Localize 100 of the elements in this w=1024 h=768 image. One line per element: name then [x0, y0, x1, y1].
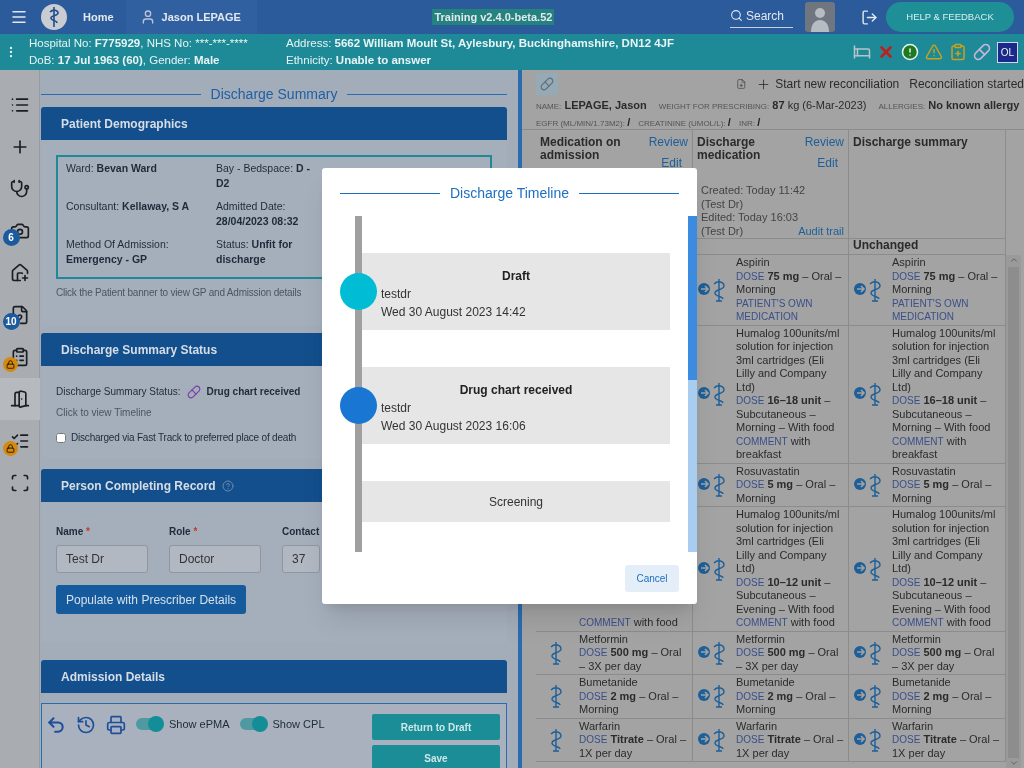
section-header: Patient Demographics [41, 107, 507, 140]
hint-text: Click the Patient banner to view GP and Admission details [56, 286, 302, 300]
status-value: Drug chart received [206, 385, 301, 399]
review-link[interactable]: Review [648, 136, 688, 149]
demographic-field: Admitted Date: 28/04/2023 08:32 [216, 199, 326, 229]
group-header: Unchanged [849, 237, 1006, 255]
plus-icon [756, 76, 772, 92]
scrollbar[interactable] [688, 216, 697, 552]
cancel-button[interactable]: Cancel [625, 565, 679, 592]
start-reconciliation-link[interactable]: Start new reconciliation [756, 75, 900, 93]
medication-tab[interactable] [536, 73, 558, 95]
column-title: Discharge summary [853, 136, 968, 149]
edit-link[interactable]: Edit [661, 157, 682, 170]
status-label: Discharge Summary Status: [56, 385, 181, 399]
reconciliation-status: Reconciliation started [909, 76, 1024, 93]
field-label: Role * [169, 525, 199, 539]
dialog-title: Discharge Timeline [449, 183, 570, 203]
action-button[interactable]: Return to Draft [372, 714, 500, 740]
field-label: Contact [282, 525, 320, 539]
text-field[interactable]: Test Dr [56, 545, 148, 573]
alert-icon [900, 43, 919, 61]
banner-text: DoB: 17 Jul 1963 (60), Gender: Male [29, 53, 221, 68]
nav-item[interactable]: 10 [0, 294, 40, 336]
pill-icon [186, 384, 201, 399]
patient-info: ALLERGIES: No known allergy [878, 98, 1020, 113]
version-label: Training v2.4.0-beta.52 [432, 8, 555, 26]
audit-info: Created: Today 11:42 [701, 184, 806, 198]
list-icon [9, 95, 30, 115]
count-badge: 6 [2, 229, 20, 246]
print-icon[interactable] [106, 715, 126, 735]
logout-icon[interactable] [861, 8, 878, 26]
medication-name: Aspirin [736, 256, 771, 270]
page-title: Discharge Summary [210, 85, 338, 104]
dose-text: DOSE 2 mg – Oral – Morning [736, 689, 837, 717]
demographic-field: Consultant: Kellaway, S A [66, 199, 216, 229]
event-title: Draft [501, 268, 531, 285]
medication-name: Bumetanide [892, 676, 952, 690]
demographic-field: Method Of Admission: Emergency - GP [66, 237, 216, 267]
prescription-add-icon[interactable] [735, 76, 747, 92]
help-feedback-button[interactable]: HELP & FEEDBACK [886, 2, 1014, 32]
medication-name: Aspirin [892, 256, 927, 270]
scan-icon [9, 473, 30, 493]
warning-icon [924, 43, 943, 61]
toggle-switch[interactable] [239, 718, 267, 731]
checklist-icon [9, 431, 30, 451]
user-avatar [805, 2, 835, 32]
banner-text: Ethnicity: Unable to answer [286, 53, 433, 68]
toggle-label: Show CPL [272, 717, 325, 732]
populate-button[interactable]: Populate with Prescriber Details [56, 585, 247, 614]
search-button[interactable]: Search [730, 6, 793, 28]
medication-name: Humalog 100units/ml solution for injection 3ml cartridges (Eli Lilly and Company Ltd) [892, 508, 997, 576]
action-button[interactable]: Save [372, 745, 500, 768]
audit-info: (Test Dr) [701, 224, 744, 238]
demographic-field: Ward: Bevan Ward [66, 161, 216, 191]
review-link[interactable]: Review [804, 136, 844, 149]
bed-icon [852, 43, 871, 61]
toggle-switch[interactable] [136, 718, 163, 731]
medication-name: Metformin [579, 632, 629, 646]
dose-text: DOSE 500 mg – Oral – 3X per day [892, 646, 996, 673]
door-icon [9, 389, 30, 409]
toggle-label: Show ePMA [169, 717, 230, 732]
column-title: Discharge medication [697, 136, 762, 162]
event-user: testdr [381, 286, 412, 303]
dose-text: DOSE 2 mg – Oral – Morning [579, 689, 680, 717]
search-icon [730, 9, 743, 22]
field-label: Name * [56, 525, 91, 539]
text-field[interactable]: Doctor [169, 545, 261, 573]
nav-item[interactable] [0, 378, 40, 420]
menu-icon[interactable] [10, 8, 28, 26]
text-field[interactable]: 37 [282, 545, 320, 573]
lab-info: INR: / [738, 114, 761, 130]
clipboard-plus-icon [948, 43, 967, 61]
note-text: PATIENT'S OWN MEDICATION [892, 296, 970, 324]
event-title: Drug chart received [458, 382, 574, 399]
banner-text: Address: 5662 William Moult St, Aylesbury, Buckinghamshire, DN12 4JF [286, 36, 675, 51]
dose-text: DOSE Titrate – Oral – 1X per day [892, 733, 1001, 760]
dose-text: DOSE 75 mg – Oral – Morning [892, 269, 999, 297]
medication-name: Humalog 100units/ml solution for injection 3ml cartridges (Eli Lilly and Company Ltd) [736, 326, 841, 394]
note-text: COMMENT with food [892, 616, 992, 630]
patient-breadcrumb[interactable]: Jason LEPAGE [125, 0, 257, 34]
undo-icon[interactable] [46, 715, 66, 735]
audit-info: (Test Dr) [701, 197, 744, 211]
dose-text: DOSE 5 mg – Oral – Morning [892, 478, 993, 505]
history-icon[interactable] [76, 715, 96, 735]
note-text: COMMENT with breakfast [736, 434, 812, 462]
medication-name: Bumetanide [579, 676, 639, 690]
medication-name: Metformin [736, 632, 786, 646]
fast-track-checkbox[interactable] [56, 432, 66, 443]
medication-name: Humalog 100units/ml solution for injection 3ml cartridges (Eli Lilly and Company Ltd) [892, 326, 997, 394]
nav-item[interactable]: 6 [0, 210, 40, 252]
help-icon[interactable] [221, 479, 234, 492]
medication-name: Warfarin [736, 719, 779, 733]
logo-icon [40, 3, 68, 31]
audit-trail-link[interactable]: Audit trail [798, 224, 844, 238]
edit-link[interactable]: Edit [817, 157, 838, 170]
medication-name: Humalog 100units/ml solution for injection 3ml cartridges (Eli Lilly and Company Ltd) [736, 508, 841, 576]
medication-name: Rosuvastatin [736, 464, 801, 478]
banner-text: Hospital No: F775929, NHS No: ***-***-**** [29, 36, 249, 51]
patient-info: WEIGHT FOR PRESCRIBING: 87 kg (6-Mar-2023) [658, 98, 867, 113]
home-link[interactable]: Home [83, 8, 114, 26]
